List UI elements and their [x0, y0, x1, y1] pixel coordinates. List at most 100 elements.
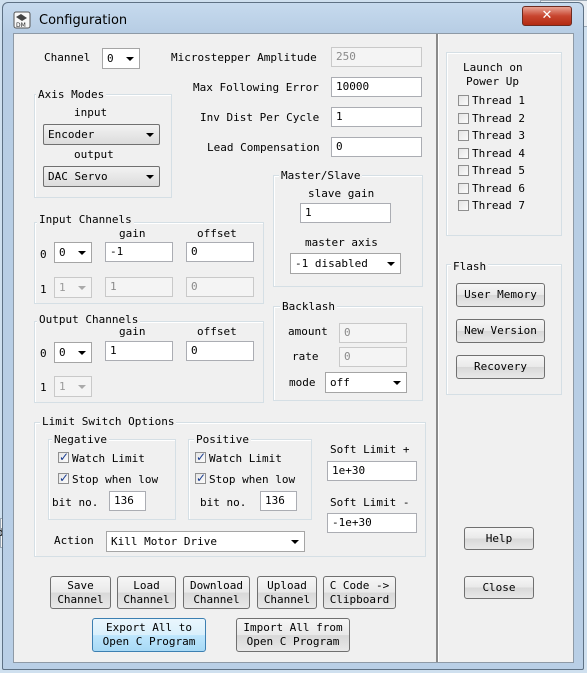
- output-mode-select[interactable]: DAC Servo: [43, 166, 160, 187]
- positive-stop-when-low-checkbox[interactable]: [195, 471, 206, 485]
- soft-limit-minus-label: Soft Limit -: [330, 496, 410, 509]
- channel-label: Channel: [44, 51, 91, 64]
- input-row-1-gain[interactable]: 1: [105, 277, 173, 297]
- help-button[interactable]: Help: [464, 527, 534, 550]
- thread-4-checkbox[interactable]: [458, 147, 469, 159]
- input-row-0-gain[interactable]: -1: [105, 242, 173, 262]
- input-row-1-offset[interactable]: 0: [186, 277, 254, 297]
- window-title: Configuration: [39, 13, 128, 28]
- positive-bit-no-label: bit no.: [200, 496, 247, 509]
- output-row-1-channel-value: 1: [59, 380, 66, 393]
- input-row-0-channel-value: 0: [59, 246, 66, 259]
- max-following-error-label: Max Following Error: [193, 81, 319, 94]
- amplitude-label: Microstepper Amplitude: [171, 51, 317, 64]
- input-mode-select[interactable]: Encoder: [43, 124, 160, 145]
- thread-4-label: Thread 4: [472, 146, 525, 160]
- output-row-1-index: 1: [40, 381, 47, 394]
- action-select-value: Kill Motor Drive: [111, 535, 217, 548]
- thread-1-checkbox[interactable]: [458, 95, 469, 106]
- max-following-error-field[interactable]: 10000: [331, 77, 422, 97]
- channel-select-value: 0: [107, 52, 114, 65]
- load-channel-button[interactable]: Load Channel: [117, 576, 176, 609]
- thread-5-label: Thread 5: [472, 164, 525, 177]
- backlash-mode-label: mode: [289, 376, 316, 389]
- thread-3-label: Thread 3: [472, 129, 525, 142]
- negative-limit-title: Negative: [52, 433, 109, 446]
- soft-limit-plus-field[interactable]: 1e+30: [327, 461, 417, 481]
- launch-title-line1: Launch on: [463, 61, 523, 74]
- limit-switch-title: Limit Switch Options: [40, 415, 177, 428]
- input-row-0-channel[interactable]: 0: [54, 242, 92, 263]
- master-axis-label: master axis: [305, 236, 378, 249]
- positive-watch-limit-checkbox[interactable]: [195, 450, 206, 464]
- output-row-1-channel[interactable]: 1: [54, 376, 92, 397]
- lead-compensation-field[interactable]: 0: [331, 137, 422, 157]
- user-memory-button[interactable]: User Memory: [456, 283, 545, 307]
- slave-gain-field[interactable]: 1: [300, 203, 391, 223]
- inv-dist-per-cycle-label: Inv Dist Per Cycle: [200, 111, 320, 124]
- backlash-title: Backlash: [280, 300, 337, 313]
- slave-gain-label: slave gain: [308, 187, 375, 200]
- master-axis-value: -1 disabled: [295, 257, 368, 270]
- chevron-down-icon: [146, 175, 154, 179]
- chevron-down-icon: [387, 262, 395, 266]
- output-gain-header: gain: [119, 325, 146, 338]
- output-row-0-channel-value: 0: [59, 346, 66, 359]
- thread-6-checkbox[interactable]: [458, 182, 469, 194]
- negative-bit-no-field[interactable]: 136: [109, 491, 146, 511]
- chevron-down-icon: [146, 133, 154, 137]
- positive-stop-when-low-label: Stop when low: [209, 473, 296, 486]
- recovery-button[interactable]: Recovery: [456, 355, 545, 379]
- chevron-down-icon: [78, 286, 86, 290]
- close-button[interactable]: Close: [464, 576, 534, 599]
- channel-select[interactable]: 0: [102, 48, 140, 69]
- amplitude-field[interactable]: 250: [331, 47, 422, 67]
- chevron-down-icon: [78, 385, 86, 389]
- output-row-0-gain[interactable]: 1: [105, 341, 173, 361]
- close-icon: ✕: [541, 8, 553, 23]
- output-row-0-channel[interactable]: 0: [54, 342, 92, 363]
- backlash-rate-field[interactable]: 0: [339, 347, 407, 367]
- output-row-0-index: 0: [40, 347, 47, 360]
- input-channels-title: Input Channels: [37, 213, 134, 226]
- action-label: Action: [54, 534, 94, 547]
- positive-bit-no-field[interactable]: 136: [260, 491, 297, 511]
- input-row-1-channel[interactable]: 1: [54, 277, 92, 298]
- backlash-mode-select[interactable]: off: [325, 372, 407, 393]
- export-all-button[interactable]: Export All to Open C Program: [92, 618, 206, 652]
- input-row-1-channel-value: 1: [59, 281, 66, 294]
- master-axis-select[interactable]: -1 disabled: [290, 253, 401, 274]
- output-row-0-offset[interactable]: 0: [186, 341, 254, 361]
- thread-2-checkbox[interactable]: [458, 112, 469, 124]
- positive-limit-title: Positive: [194, 433, 251, 446]
- soft-limit-minus-field[interactable]: -1e+30: [327, 513, 417, 533]
- negative-watch-limit-checkbox[interactable]: [58, 450, 69, 464]
- backlash-rate-label: rate: [292, 350, 319, 363]
- soft-limit-plus-label: Soft Limit +: [330, 443, 410, 456]
- configuration-dialog: DM Configuration ✕ Channel 0 Microsteppe…: [2, 2, 584, 670]
- window-close-button[interactable]: ✕: [522, 6, 572, 26]
- thread-7-checkbox[interactable]: [458, 200, 469, 211]
- download-channel-button[interactable]: Download Channel: [183, 576, 250, 609]
- launch-title-line2: Power Up: [466, 75, 519, 88]
- upload-channel-button[interactable]: Upload Channel: [257, 576, 317, 609]
- chevron-down-icon: [291, 540, 299, 544]
- new-version-button[interactable]: New Version: [456, 319, 545, 343]
- input-row-0-offset[interactable]: 0: [186, 242, 254, 262]
- save-channel-button[interactable]: Save Channel: [50, 576, 111, 609]
- backlash-amount-field[interactable]: 0: [339, 323, 407, 343]
- action-select[interactable]: Kill Motor Drive: [106, 531, 305, 552]
- backlash-mode-value: off: [330, 376, 350, 389]
- input-gain-header: gain: [119, 227, 146, 240]
- import-all-button[interactable]: Import All from Open C Program: [236, 618, 350, 652]
- thread-5-checkbox[interactable]: [458, 165, 469, 176]
- thread-3-checkbox[interactable]: [458, 130, 469, 141]
- negative-stop-when-low-checkbox[interactable]: [58, 471, 69, 485]
- flash-title: Flash: [451, 260, 489, 273]
- chevron-down-icon: [78, 351, 86, 355]
- input-mode-value: Encoder: [48, 128, 95, 141]
- inv-dist-per-cycle-field[interactable]: 1: [331, 107, 422, 127]
- app-icon: DM: [13, 11, 31, 29]
- c-code-clipboard-button[interactable]: C Code -> Clipboard: [323, 576, 396, 609]
- axis-modes-title: Axis Modes: [36, 88, 107, 101]
